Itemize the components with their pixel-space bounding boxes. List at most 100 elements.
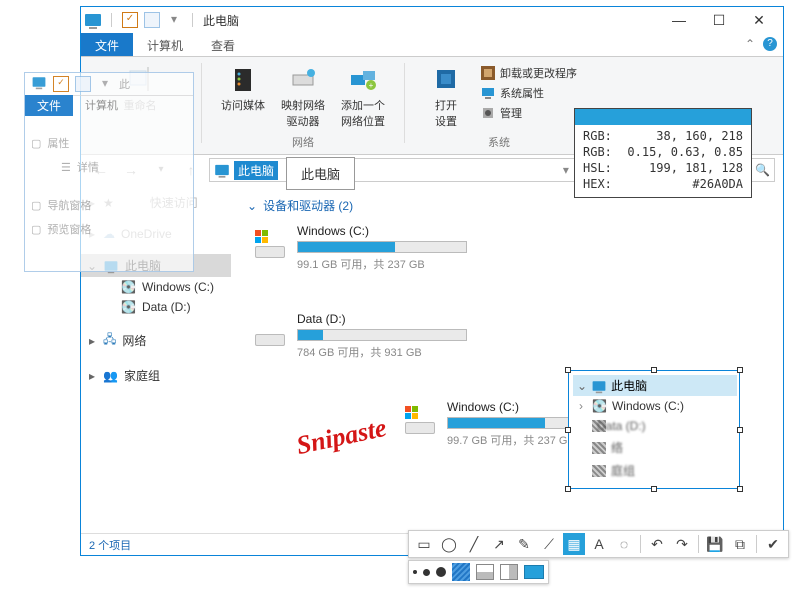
size-large[interactable] — [436, 567, 446, 577]
eraser-tool[interactable]: ◌ — [613, 533, 635, 555]
address-dropdown-icon[interactable]: ▾ — [557, 163, 575, 177]
ok-button[interactable]: ✔ — [762, 533, 784, 555]
resize-handle[interactable] — [565, 427, 571, 433]
collapse-ribbon-icon[interactable]: ⌃ — [745, 37, 755, 51]
pattern-1[interactable] — [476, 564, 494, 580]
ghost-window: ✓ ▾ 此 文件 计算机 ▢属性 ☰详情 ▢导航窗格 ▢预览窗格 — [24, 72, 194, 272]
tab-view[interactable]: 查看 — [197, 33, 249, 56]
tree-item[interactable]: ›💽Windows (C:) — [573, 396, 737, 416]
resize-handle[interactable] — [565, 486, 571, 492]
this-pc-icon — [593, 381, 606, 391]
copy-button[interactable]: ⧉ — [729, 533, 751, 555]
sys-props-button[interactable]: 系统属性 — [481, 85, 577, 101]
close-button[interactable]: ✕ — [739, 7, 779, 33]
tab-computer[interactable]: 计算机 — [133, 33, 197, 56]
ghost-tab-file: 文件 — [25, 95, 73, 116]
resize-handle[interactable] — [737, 486, 743, 492]
drive-item[interactable]: Windows (C:) 99.1 GB 可用，共 237 GB — [253, 224, 493, 272]
mosaic-tool[interactable]: ▦ — [563, 533, 585, 555]
server-icon — [227, 63, 259, 95]
drive-usage-bar — [297, 329, 467, 341]
resize-handle[interactable] — [737, 367, 743, 373]
checkbox-icon[interactable]: ✓ — [122, 12, 138, 28]
drive-icon: 💽 — [592, 399, 607, 413]
snip-toolbar: ▭ ◯ ╱ ↗ ✎ ⟋ ▦ A ◌ ↶ ↷ 💾 ⧉ ✔ — [408, 530, 789, 558]
dropdown-icon: ▾ — [97, 76, 113, 92]
size-small[interactable] — [413, 570, 417, 574]
color-picker[interactable] — [524, 565, 544, 579]
ghost-preview-pane: ▢预览窗格 — [31, 221, 99, 237]
ribbon-tabs: 文件 计算机 查看 ⌃ ? — [81, 33, 783, 57]
undo-button[interactable]: ↶ — [646, 533, 668, 555]
address-text: 此电脑 — [234, 161, 278, 180]
group-network-label: 网络 — [292, 132, 314, 150]
svg-text:+: + — [369, 81, 374, 90]
tree-title: 此电脑 — [611, 377, 647, 394]
address-tooltip: 此电脑 — [286, 157, 355, 190]
hatch-pattern[interactable] — [452, 563, 470, 581]
add-network-button[interactable]: + 添加一个 网络位置 — [338, 63, 388, 129]
ghost-details: ☰详情 — [61, 159, 99, 175]
rgbf-label: RGB: — [583, 145, 612, 159]
open-settings-button[interactable]: 打开 设置 — [421, 63, 471, 129]
maximize-button[interactable]: ☐ — [699, 7, 739, 33]
sidebar-item-homegroup[interactable]: ▸👥家庭组 — [81, 364, 231, 387]
manage-icon — [481, 106, 495, 120]
add-network-icon: + — [347, 63, 379, 95]
line-tool[interactable]: ╱ — [463, 533, 485, 555]
resize-handle[interactable] — [737, 427, 743, 433]
snip-style-toolbar — [408, 560, 549, 584]
tree-item[interactable]: 庭组 — [573, 459, 737, 482]
sidebar-item-drive-c[interactable]: 💽Windows (C:) — [81, 277, 231, 297]
access-media-button[interactable]: 访问媒体 — [218, 63, 268, 129]
sidebar-item-drive-d[interactable]: 💽Data (D:) — [81, 297, 231, 317]
minimize-button[interactable]: — — [659, 7, 699, 33]
resize-handle[interactable] — [651, 486, 657, 492]
add-network-label: 添加一个 网络位置 — [341, 97, 385, 129]
drive-item[interactable]: Data (D:) 784 GB 可用，共 931 GB — [253, 312, 493, 360]
settings-icon — [430, 63, 462, 95]
hex-value: #26A0DA — [692, 177, 743, 191]
rect-tool[interactable]: ▭ — [413, 533, 435, 555]
tree-popup[interactable]: ⌄此电脑 ›💽Windows (C:) Data (D:) 络 庭组 — [568, 370, 740, 489]
tab-file[interactable]: 文件 — [81, 33, 133, 56]
map-drive-button[interactable]: 映射网络 驱动器 — [278, 63, 328, 129]
pencil-tool[interactable]: ✎ — [513, 533, 535, 555]
tree-item[interactable]: Data (D:) — [573, 416, 737, 436]
network-icon: 🖧 — [103, 330, 116, 351]
resize-handle[interactable] — [651, 367, 657, 373]
help-icon[interactable]: ? — [763, 37, 777, 51]
dropdown-icon[interactable]: ▾ — [166, 12, 182, 28]
search-icon: 🔍 — [755, 163, 770, 177]
pattern-2[interactable] — [500, 564, 518, 580]
this-pc-icon — [33, 77, 46, 87]
hsl-value: 199, 181, 128 — [649, 161, 743, 175]
checkbox-icon: ✓ — [53, 76, 69, 92]
settings-label: 打开 设置 — [435, 97, 457, 129]
address-bar[interactable]: 此电脑 此电脑 ▾ ↻ — [209, 158, 599, 182]
redo-button[interactable]: ↷ — [671, 533, 693, 555]
map-drive-label: 映射网络 驱动器 — [281, 97, 325, 129]
arrow-tool[interactable]: ↗ — [488, 533, 510, 555]
size-medium[interactable] — [423, 569, 430, 576]
drive-network-icon — [287, 63, 319, 95]
rgbf-value: 0.15, 0.63, 0.85 — [627, 145, 743, 159]
resize-handle[interactable] — [565, 367, 571, 373]
drive-icon — [403, 406, 437, 434]
pixelated-icon — [592, 442, 606, 454]
ellipse-tool[interactable]: ◯ — [438, 533, 460, 555]
doc-icon[interactable] — [144, 12, 160, 28]
marker-tool[interactable]: ⟋ — [538, 533, 560, 555]
ghost-props: ▢属性 — [31, 135, 99, 151]
save-button[interactable]: 💾 — [704, 533, 726, 555]
text-tool[interactable]: A — [588, 533, 610, 555]
drive-name: Data (D:) — [297, 312, 467, 326]
sidebar-item-network[interactable]: ▸🖧网络 — [81, 327, 231, 354]
ghost-nav-pane: ▢导航窗格 — [31, 197, 99, 213]
homegroup-icon: 👥 — [103, 369, 118, 383]
drive-info: 784 GB 可用，共 931 GB — [297, 344, 467, 360]
manage-button[interactable]: 管理 — [481, 105, 577, 121]
rgb255-value: 38, 160, 218 — [656, 129, 743, 143]
tree-item[interactable]: 络 — [573, 436, 737, 459]
uninstall-button[interactable]: 卸载或更改程序 — [481, 65, 577, 81]
